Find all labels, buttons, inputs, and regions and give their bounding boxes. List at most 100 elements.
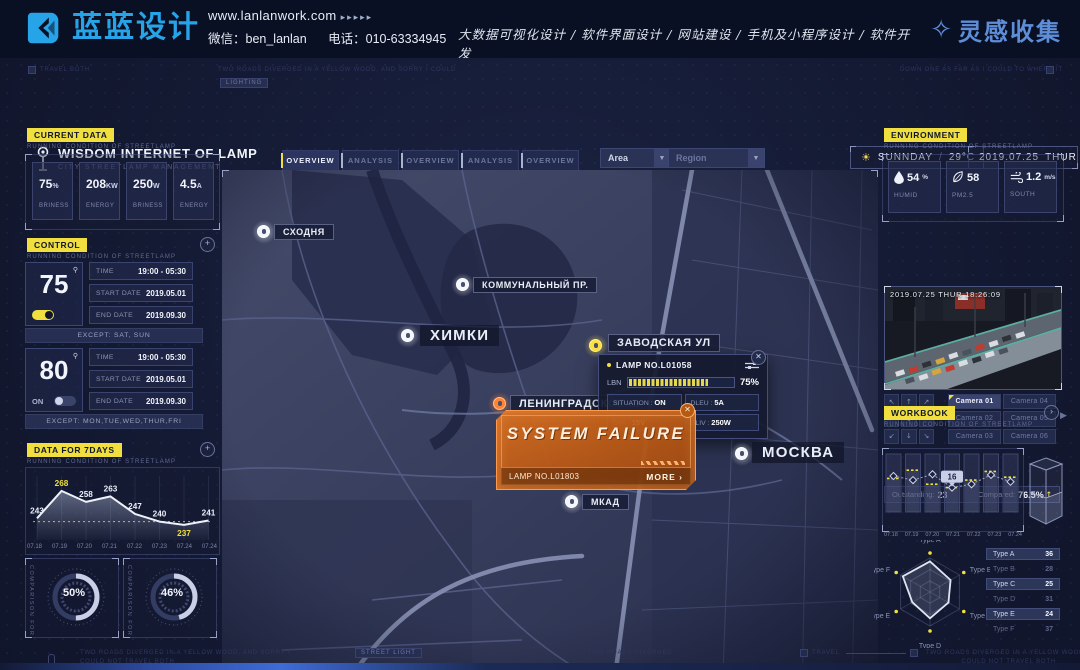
header-contact: www.lanlanwork.com ▸▸▸▸▸ 微信：ben_lanlan 电… [208, 8, 464, 47]
lamp-field: DLEU : 5A [685, 394, 760, 411]
sun-icon: ☀ [861, 151, 872, 164]
collect-logo[interactable]: ✧ 灵感收集 [930, 12, 1062, 47]
more-button[interactable]: MORE › [646, 472, 683, 482]
tab-overview-2[interactable]: OVERVIEW [402, 150, 459, 171]
tab-label: ANALYSIS [348, 156, 393, 165]
data7days-tag: DATA FOR 7DAYS [27, 443, 122, 457]
hazard-stripes-icon [641, 461, 685, 465]
map-pin[interactable] [451, 273, 475, 297]
current-data-tag: CURRENT DATA [27, 128, 114, 142]
tab-analysis-2[interactable]: ANALYSIS [462, 150, 519, 171]
svg-text:241: 241 [202, 509, 216, 518]
type-radar-chart: Type AType BType CType DType EType F [874, 540, 990, 653]
camera-dpad-button[interactable]: ↙ [884, 429, 899, 444]
map-pin[interactable] [730, 442, 754, 466]
lbn-label: LBN [607, 378, 622, 387]
brand-logo[interactable]: 蓝蓝设计 [26, 9, 200, 47]
tab-label: ANALYSIS [468, 156, 513, 165]
map-overlay: СХОДНЯ КОММУНАЛЬНЫЙ ПР. ХИМКИ ЗАВОДСКАЯ … [222, 170, 878, 670]
axis-label: 07.20 [77, 544, 92, 550]
camera-feed[interactable] [884, 286, 1062, 390]
failure-lamp-id: LAMP NO.L01803 [509, 472, 579, 481]
tab-label: OVERVIEW [526, 156, 574, 165]
svg-text:268: 268 [55, 479, 69, 488]
legend-row[interactable]: Type D31 [986, 593, 1060, 605]
camera-button[interactable]: Camera 06 [1003, 429, 1056, 444]
area-select[interactable]: Area ▼ [600, 148, 671, 168]
map-label[interactable]: МОСКВА [752, 442, 844, 463]
site-url[interactable]: www.lanlanwork.com [208, 8, 337, 23]
start-date-row[interactable]: START DATE2019.05.01 [89, 284, 193, 302]
workbook-more-button[interactable]: › [1044, 405, 1059, 420]
metric-card-energy: 208KW ENERGY [79, 162, 120, 220]
axis-label: 07.20 [925, 532, 939, 538]
map-pin[interactable] [560, 490, 584, 514]
status-dot-icon [607, 363, 611, 367]
map-pin[interactable] [396, 324, 420, 348]
next-camera-icon[interactable]: ▶ [1060, 410, 1067, 421]
region-select[interactable]: Region ▼ [668, 148, 765, 168]
end-date-row[interactable]: END DATE2019.09.30 [89, 306, 193, 324]
wind-card: 1.2m/s SOUTH [1004, 161, 1057, 213]
comparison-gauge-panel: COMPARISON FOR 46% [123, 558, 217, 638]
lanlan-logo-icon [26, 9, 64, 47]
map-label[interactable]: СХОДНЯ [274, 224, 334, 240]
lbn-progress-bar[interactable] [627, 377, 735, 388]
camera-button[interactable]: Camera 03 [948, 429, 1001, 444]
map-label[interactable]: ЗАВОДСКАЯ УЛ [608, 334, 720, 352]
start-date-row[interactable]: START DATE2019.05.01 [89, 370, 193, 388]
control-tag: CONTROL [27, 238, 87, 252]
legend-row[interactable]: Type C25 [986, 578, 1060, 590]
legend-row[interactable]: Type E24 [986, 608, 1060, 620]
power-toggle[interactable] [54, 396, 76, 406]
legend-row[interactable]: Type B28 [986, 563, 1060, 575]
legend-row[interactable]: Type A36 [986, 548, 1060, 560]
seven-day-line-chart[interactable]: 243268258263247240237241 [27, 468, 217, 549]
comparison-gauge[interactable] [142, 563, 206, 636]
camera-image [885, 287, 1061, 389]
axis-label: 07.18 [27, 544, 42, 550]
time-row[interactable]: TIME19:00 - 05:30 [89, 262, 193, 280]
add-control-button[interactable]: + [200, 237, 215, 252]
workbook-bar-chart[interactable]: 16 [883, 450, 1021, 533]
svg-text:Type D: Type D [919, 643, 941, 648]
mini-slider[interactable] [846, 653, 906, 654]
map-label[interactable]: ХИМКИ [420, 325, 499, 346]
comparison-gauge[interactable] [44, 563, 108, 636]
camera-dpad-button[interactable]: ↓ [901, 429, 916, 444]
close-icon[interactable]: ✕ [751, 350, 766, 365]
region-select-value: Region [676, 153, 707, 163]
map-label[interactable]: КОММУНАЛЬНЫЙ ПР. [473, 277, 597, 293]
wechat-id: 微信：ben_lanlan [208, 32, 307, 46]
svg-text:258: 258 [79, 490, 93, 499]
camera-timestamp: 2019.07.25 THUR 18:26:09 [890, 290, 1001, 299]
except-bar: EXCEPT: SAT, SUN [25, 328, 203, 343]
brightness-level-card: ⚲ 80 ON [25, 348, 83, 412]
control-subtitle: RUNNING CONDITION OF STREETLAMP [27, 254, 176, 260]
legend-row[interactable]: Type F37 [986, 623, 1060, 635]
street-light-chip: STREET LIGHT [355, 648, 422, 658]
tab-analysis-1[interactable]: ANALYSIS [342, 150, 399, 171]
tab-overview-1[interactable]: OVERVIEW [282, 150, 339, 171]
tab-overview-3[interactable]: OVERVIEW [522, 150, 579, 171]
time-row[interactable]: TIME19:00 - 05:30 [89, 348, 193, 366]
deco-text: TRAVEL BOTH [40, 67, 90, 73]
workbook-tag: WORKBOOK [884, 406, 955, 420]
expand-chart-button[interactable]: + [200, 442, 215, 457]
tab-label: OVERVIEW [286, 156, 334, 165]
axis-label: 07.24 [177, 544, 192, 550]
except-bar: EXCEPT: MON,TUE,WED,THUR,FRI [25, 414, 203, 429]
gauge-value: 46% [150, 587, 194, 599]
map-pin[interactable] [252, 220, 276, 244]
deco-text: TWO ROADS DIVERGED IN A YELLOW WOOD, AND… [218, 67, 456, 73]
power-toggle[interactable] [32, 310, 54, 320]
phone-number: 电话：010-63334945 [328, 32, 446, 46]
camera-dpad-button[interactable]: ↘ [919, 429, 934, 444]
arrow-deco-icon: ▸▸▸▸▸ [341, 12, 374, 22]
pm25-card: 58 PM2.5 [946, 161, 999, 213]
end-date-row[interactable]: END DATE2019.09.30 [89, 392, 193, 410]
map-label[interactable]: МКАД [582, 494, 629, 510]
camera-button[interactable]: Camera 01 [948, 394, 1001, 409]
close-icon[interactable]: ✕ [680, 403, 695, 418]
chevron-down-icon: ▼ [748, 149, 764, 167]
